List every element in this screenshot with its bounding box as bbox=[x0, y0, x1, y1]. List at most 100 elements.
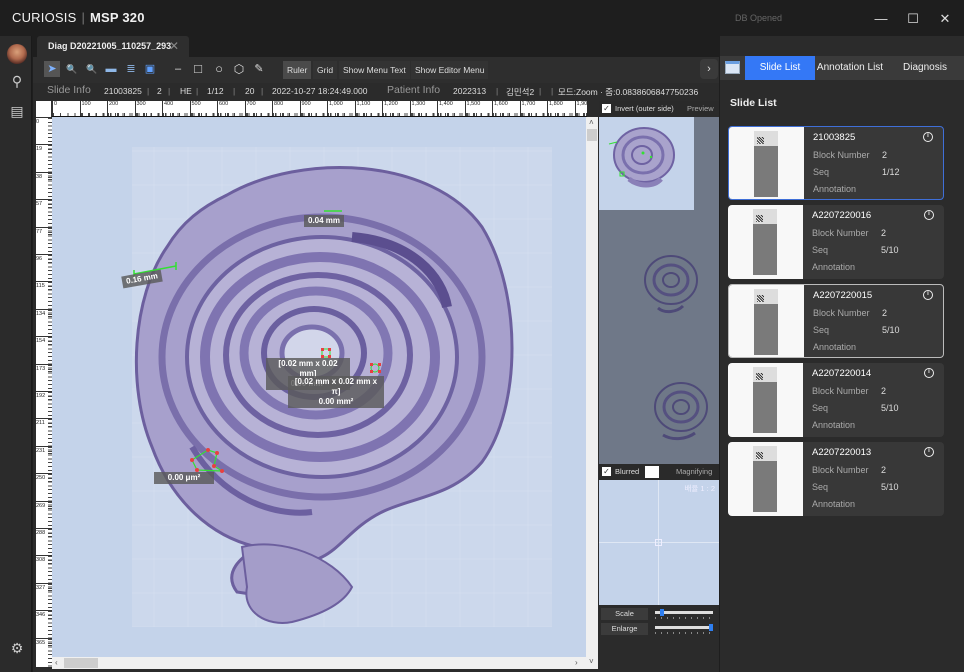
slide-glass-image bbox=[753, 209, 777, 275]
ruler-tick-label: 365 bbox=[36, 637, 52, 667]
ellipse-annotation-label[interactable]: [0.02 mm x 0.02 mm x π] 0.00 mm² bbox=[288, 376, 384, 408]
minimize-button[interactable]: — bbox=[870, 8, 892, 30]
rectangle-tool-icon[interactable]: □ bbox=[190, 61, 206, 77]
invert-checkbox[interactable]: ✓ bbox=[602, 104, 611, 113]
zoom-in-icon[interactable]: 🔍 bbox=[64, 61, 80, 77]
ruler-tick-label: 500 bbox=[189, 101, 262, 116]
info-icon[interactable]: i bbox=[923, 290, 933, 300]
layout-icon[interactable]: ≣ bbox=[123, 61, 139, 77]
horizontal-scrollbar[interactable]: ‹ › bbox=[52, 657, 586, 669]
left-navbar: ⚲ ▤ ⚙ bbox=[0, 36, 32, 672]
preview-current-region[interactable] bbox=[599, 117, 694, 210]
ruler-tick-label: 1,500 bbox=[464, 101, 537, 116]
line-tool-icon[interactable]: – bbox=[170, 61, 186, 77]
window-icon[interactable] bbox=[725, 61, 740, 74]
blur-color-swatch[interactable] bbox=[645, 466, 659, 478]
horizontal-scroll-thumb[interactable] bbox=[64, 658, 98, 668]
invert-row: ✓ Invert (outer side) Preview bbox=[599, 101, 719, 117]
slide-thumbnail bbox=[728, 363, 803, 437]
tab-diag[interactable]: Diag D20221005_110257_293 ✕ bbox=[37, 36, 189, 57]
ruler-corner bbox=[36, 101, 52, 117]
info-icon[interactable]: i bbox=[924, 447, 934, 457]
info-icon[interactable]: i bbox=[923, 132, 933, 142]
seq-value: 1/12 bbox=[882, 167, 900, 177]
product-name: MSP 320 bbox=[90, 10, 145, 25]
stain: HE bbox=[180, 86, 192, 96]
polygon-area-label[interactable]: 0.00 μm² bbox=[154, 472, 214, 484]
seq-label: Seq bbox=[812, 245, 829, 255]
ruler-tick-label: 1,700 bbox=[519, 101, 587, 116]
slide-glass-image bbox=[754, 131, 778, 197]
maximize-button[interactable]: ☐ bbox=[902, 8, 924, 30]
ruler-tick-label: 1,300 bbox=[409, 101, 482, 116]
scroll-right-icon[interactable]: › bbox=[575, 658, 578, 667]
scroll-left-icon[interactable]: ‹ bbox=[55, 658, 58, 667]
slide-card[interactable]: 21003825 i Block Number 2 Seq 1/12 Annotation bbox=[728, 126, 944, 200]
block-label: Block Number bbox=[812, 228, 869, 238]
enlarge-slider-knob[interactable] bbox=[709, 624, 713, 631]
enlarge-slider[interactable] bbox=[655, 624, 713, 631]
ruler-tick-label: 400 bbox=[162, 101, 234, 116]
seq-value: 5/10 bbox=[881, 245, 899, 255]
ruler-tick-label: 269 bbox=[36, 500, 52, 541]
blurred-checkbox[interactable]: ✓ bbox=[602, 467, 611, 476]
settings-icon[interactable]: ⚙ bbox=[8, 639, 26, 657]
slide-card[interactable]: A2207220015 i Block Number 2 Seq 5/10 Annotati… bbox=[728, 284, 944, 358]
scan-datetime: 2022-10-27 18:24:49.000 bbox=[272, 86, 368, 96]
vertical-scrollbar[interactable]: ˄ ˅ bbox=[586, 117, 598, 669]
avatar[interactable] bbox=[7, 44, 27, 64]
tab-diagnosis[interactable]: Diagnosis bbox=[890, 56, 960, 80]
magnification: 20 bbox=[245, 86, 255, 96]
ruler-tick-label: 1,100 bbox=[354, 101, 427, 116]
circle-tool-icon[interactable]: ○ bbox=[211, 61, 227, 77]
report-icon[interactable]: ▤ bbox=[8, 102, 26, 120]
slide-viewer-canvas[interactable]: 0.04 mm 0.16 mm [0.02 mm x 0.02 mm] 0.00… bbox=[52, 117, 586, 657]
app-brand: CURIOSIS | MSP 320 bbox=[12, 10, 145, 25]
pointer-tool-icon[interactable]: ➤ bbox=[44, 61, 60, 77]
fit-screen-icon[interactable]: ▣ bbox=[142, 61, 158, 77]
scale-slider[interactable] bbox=[655, 609, 713, 616]
annotation-label: Annotation bbox=[813, 184, 857, 194]
ruler-tick-label: 200 bbox=[107, 101, 179, 116]
seq-label: Seq bbox=[813, 167, 830, 177]
search-icon[interactable]: ⚲ bbox=[8, 72, 26, 90]
slide-card[interactable]: A2207220013 i Block Number 2 Seq 5/10 Annotati… bbox=[728, 442, 944, 516]
zoom-out-icon[interactable]: 🔍 bbox=[84, 61, 100, 77]
vertical-scroll-thumb[interactable] bbox=[587, 129, 597, 141]
edit-tool-icon[interactable]: ✎ bbox=[251, 61, 267, 77]
tab-close-icon[interactable]: ✕ bbox=[169, 39, 179, 53]
capture-icon[interactable]: ▬ bbox=[103, 61, 119, 77]
ruler-tick-label: 308 bbox=[36, 555, 52, 595]
ruler-tick-label: 96 bbox=[36, 254, 52, 294]
ruler-tick-label: 1,600 bbox=[492, 101, 564, 116]
block-label: Block Number bbox=[813, 150, 870, 160]
show-menu-text-toggle[interactable]: Show Menu Text bbox=[339, 61, 410, 79]
tab-annotation-list[interactable]: Annotation List bbox=[815, 56, 885, 80]
ruler-toggle[interactable]: Ruler bbox=[283, 61, 312, 79]
slide-preview[interactable] bbox=[599, 117, 719, 464]
collapse-panel-button[interactable]: › bbox=[700, 59, 718, 79]
qr-code-icon bbox=[757, 295, 764, 302]
info-icon[interactable]: i bbox=[924, 368, 934, 378]
slide-card[interactable]: A2207220016 i Block Number 2 Seq 5/10 Annotati… bbox=[728, 205, 944, 279]
ruler-tick-label: 173 bbox=[36, 363, 52, 404]
close-button[interactable]: ✕ bbox=[934, 8, 956, 30]
slide-card[interactable]: A2207220014 i Block Number 2 Seq 5/10 Annotati… bbox=[728, 363, 944, 437]
blurred-row: ✓ Blurred Magnifying bbox=[599, 464, 719, 480]
show-editor-menu-toggle[interactable]: Show Editor Menu bbox=[411, 61, 489, 79]
preview-slide-section-3 bbox=[654, 382, 708, 441]
horizontal-ruler: 0 100 200 300 400 500 600 700 800 900 1,000 1,100 1,… bbox=[36, 101, 587, 117]
scroll-down-icon[interactable]: ˅ bbox=[589, 657, 594, 666]
scale-slider-knob[interactable] bbox=[660, 609, 665, 616]
tab-slide-list[interactable]: Slide List bbox=[745, 56, 815, 80]
slide-info-bar: Slide Info 21003825 | 2 | HE | 1/12 | 20… bbox=[33, 83, 719, 100]
polygon-tool-icon[interactable]: ⬡ bbox=[231, 61, 247, 77]
info-icon[interactable]: i bbox=[924, 210, 934, 220]
scroll-up-icon[interactable]: ˄ bbox=[589, 118, 594, 127]
slide-thumbnail bbox=[729, 127, 804, 199]
slide-id: A2207220016 bbox=[812, 210, 872, 221]
grid-toggle[interactable]: Grid bbox=[313, 61, 338, 79]
ruler-tick-label: 1,800 bbox=[547, 101, 587, 116]
magnifying-label: Magnifying bbox=[676, 467, 713, 476]
measurement-label[interactable]: 0.04 mm bbox=[304, 215, 345, 227]
